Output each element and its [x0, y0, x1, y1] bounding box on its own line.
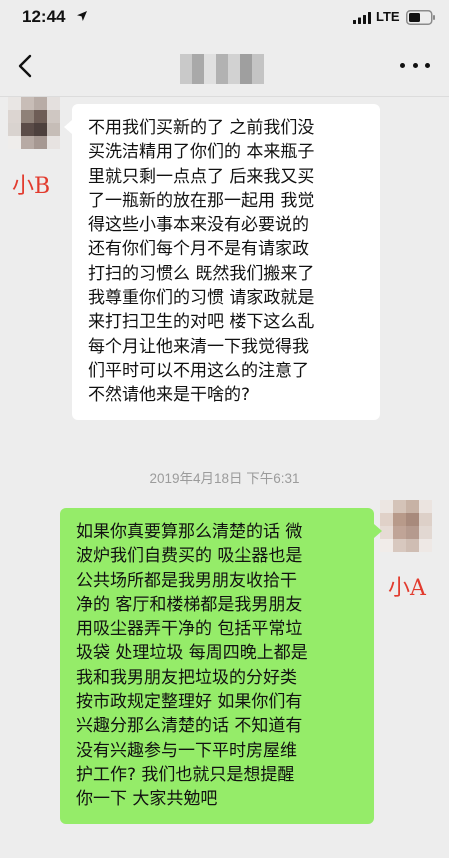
status-bar: 12:44 LTE — [0, 0, 449, 36]
avatar-pixel — [34, 110, 47, 123]
avatar-pixel — [393, 526, 406, 539]
avatar-pixel — [406, 513, 419, 526]
message-text-line: 不用我们买新的了 之前我们没 — [88, 118, 315, 138]
contact-name-pixel — [180, 54, 192, 84]
contact-name-pixel — [228, 54, 240, 84]
message-text-line: 打扫的习惯么 既然我们搬来了 — [88, 263, 315, 284]
avatar-pixel — [393, 500, 406, 513]
message-bubble-sent[interactable]: 如果你真要算那么清楚的话 微波炉我们自费买的 吸尘器也是 公共场所都是我男朋友收拾… — [60, 508, 382, 824]
avatar-pixel — [393, 539, 406, 552]
avatar-pixel — [47, 110, 60, 123]
avatar-pixel — [380, 539, 393, 552]
avatar-pixel — [419, 539, 432, 552]
avatar-pixel — [8, 110, 21, 123]
chat-timestamp: 2019年4月18日 下午6:31 — [149, 471, 300, 486]
message-text-line: 们平时可以不用这么的注意了 — [88, 360, 309, 381]
avatar-pixel — [406, 500, 419, 513]
avatar-other[interactable] — [8, 97, 60, 149]
avatar-pixel — [8, 136, 21, 149]
ellipsis-icon-dot — [425, 62, 430, 68]
message-text-line: 公共场所都是我男朋友收拾干 — [76, 570, 297, 591]
message-text-line: 圾袋 处理垃圾 每周四晚上都是 — [76, 643, 308, 664]
contact-name-pixel — [252, 54, 264, 84]
avatar-pixel — [47, 97, 60, 110]
chat-header — [0, 36, 449, 97]
ellipsis-icon-dot — [412, 62, 418, 68]
message-text-line: 兴趣分那么清楚的话 不知道有 — [76, 716, 303, 737]
message-text-line: 按市政规定整理好 如果你们有 — [76, 692, 303, 713]
contact-name-pixel — [240, 54, 252, 84]
message-text-line: 还有你们每个月不是有请家政 — [88, 239, 309, 260]
avatar-pixel — [419, 513, 432, 526]
message-text-line: 得这些小事本来没有必要说的 — [88, 215, 309, 236]
avatar-pixel — [21, 123, 34, 136]
message-text-line: 用吸尘器弄干净的 包括平常垃 — [76, 619, 303, 640]
annotation-label-a: 小A — [388, 576, 426, 601]
message-text-line: 每个月让他来清一下我觉得我 — [88, 336, 309, 357]
avatar-pixel — [47, 136, 60, 149]
avatar-pixel — [419, 500, 432, 513]
message-text-line: 波炉我们自费买的 吸尘器也是 — [76, 546, 303, 567]
avatar-pixel — [47, 123, 60, 136]
message-text-line: 护工作? 我们也就只是想提醒 — [76, 764, 295, 785]
location-arrow-icon — [77, 11, 87, 21]
signal-bars-icon — [353, 12, 371, 24]
message-text-line: 了一瓶新的放在那一起用 我觉 — [88, 190, 315, 211]
avatar-pixel — [8, 123, 21, 136]
contact-name-pixel — [216, 54, 228, 84]
message-text-line: 我尊重你们的习惯 请家政就是 — [88, 288, 315, 309]
message-text-line: 我和我男朋友把垃圾的分好类 — [76, 667, 297, 688]
message-text-line: 如果你真要算那么清楚的话 微 — [76, 522, 303, 542]
avatar-pixel — [406, 526, 419, 539]
avatar-pixel — [34, 123, 47, 136]
avatar-pixel — [419, 526, 432, 539]
avatar-pixel — [21, 97, 34, 110]
message-text-line: 你一下 大家共勉吧 — [76, 789, 218, 810]
message-text-line: 买洗洁精用了你们的 本来瓶子 — [88, 142, 315, 163]
network-type: LTE — [376, 9, 400, 24]
message-text-line: 来打扫卫生的对吧 楼下这么乱 — [88, 312, 315, 333]
avatar-pixel — [34, 136, 47, 149]
battery-icon — [406, 10, 435, 25]
avatar-pixel — [21, 110, 34, 123]
avatar-pixel — [21, 136, 34, 149]
avatar-pixel — [393, 513, 406, 526]
message-text-line: 不然请他来是干啥的? — [88, 385, 251, 406]
message-text-line: 没有兴趣参与一下平时房屋维 — [76, 740, 297, 761]
message-bubble-received[interactable]: 不用我们买新的了 之前我们没 买洗洁精用了你们的 本来瓶子 里就只剩一点点了 后来我… — [64, 104, 380, 420]
more-button[interactable] — [400, 60, 430, 70]
status-time: 12:44 — [22, 7, 66, 26]
contact-name-pixel — [192, 54, 204, 84]
avatar-pixel — [34, 97, 47, 110]
avatar-pixel — [8, 97, 21, 110]
avatar-pixel — [406, 539, 419, 552]
avatar-pixel — [380, 500, 393, 513]
ellipsis-icon-dot — [400, 62, 405, 68]
avatar-self[interactable] — [380, 500, 432, 552]
message-text-line: 净的 客厅和楼梯都是我男朋友 — [76, 594, 303, 615]
message-text-line: 里就只剩一点点了 后来我又买 — [88, 166, 315, 187]
annotation-label-b: 小B — [12, 174, 51, 199]
back-button[interactable] — [10, 48, 42, 84]
contact-name-pixel — [204, 54, 216, 84]
contact-name-blurred — [180, 54, 264, 84]
